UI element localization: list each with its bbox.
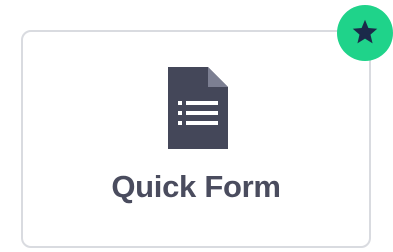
card-title: Quick Form	[111, 169, 281, 204]
form-document-icon	[168, 67, 228, 149]
quick-form-card[interactable]: Quick Form	[21, 30, 371, 248]
star-icon	[352, 19, 378, 44]
quick-form-tile-area: Quick Form	[0, 0, 393, 252]
favorite-badge[interactable]	[337, 5, 393, 61]
